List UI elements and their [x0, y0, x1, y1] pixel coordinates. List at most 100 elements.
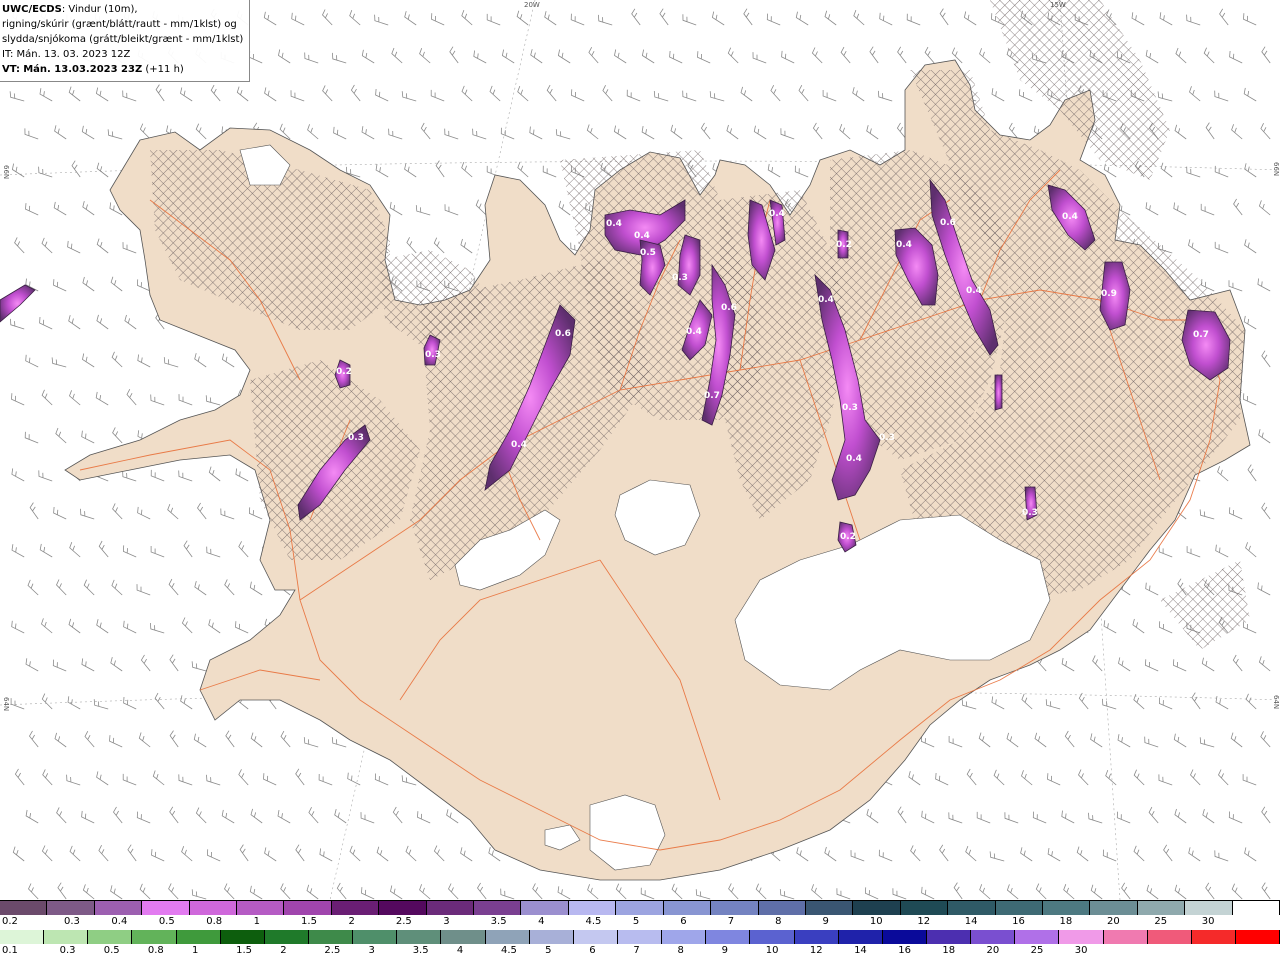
- wind-barb: [486, 13, 501, 26]
- wind-barb: [641, 126, 655, 140]
- wind-barb: [1018, 89, 1033, 102]
- wind-barb: [1186, 14, 1201, 26]
- wind-barb: [376, 846, 389, 862]
- wind-barb: [682, 90, 697, 102]
- wind-barb: [1078, 769, 1089, 786]
- wind-barb: [96, 162, 109, 178]
- wind-barb: [1158, 697, 1173, 710]
- wind-barb: [1242, 774, 1257, 786]
- snow-swatch: [568, 901, 617, 915]
- wind-barb: [1160, 162, 1173, 178]
- wind-barb: [208, 619, 221, 634]
- wind-barb: [1090, 733, 1103, 748]
- wind-barb: [113, 806, 123, 824]
- wind-barb: [82, 276, 95, 292]
- wind-barb: [53, 279, 67, 292]
- wind-barb: [1214, 241, 1229, 254]
- wind-barb: [53, 506, 67, 520]
- rain-swatch: [1015, 930, 1060, 944]
- snow-swatch: [616, 901, 664, 915]
- wind-barb: [291, 12, 305, 26]
- title-line-2: rigning/skúrir (grænt/blátt/rautt - mm/1…: [2, 19, 237, 30]
- snow-swatch: [758, 901, 806, 915]
- wind-barb: [29, 730, 39, 748]
- rain-tick-label: 4: [456, 945, 464, 956]
- wind-barb: [878, 849, 893, 862]
- wind-barb: [500, 127, 515, 140]
- wind-barb: [181, 846, 193, 862]
- wind-barb: [1228, 507, 1243, 520]
- wind-barb: [1146, 884, 1159, 900]
- wind-barb: [81, 658, 95, 672]
- snow-swatch: [853, 901, 901, 915]
- rain-swatch: [573, 930, 618, 944]
- wind-barb: [98, 540, 109, 558]
- rain-tick-label: 9: [721, 945, 729, 956]
- precip-label-skagi-east: 0.4: [634, 231, 650, 241]
- wind-barb: [306, 884, 319, 900]
- rain-swatch: [1191, 930, 1236, 944]
- wind-barb: [1061, 810, 1075, 824]
- wind-barb: [82, 884, 95, 900]
- wind-barb: [415, 205, 431, 216]
- valid-time-offset: (+11 h): [145, 64, 184, 75]
- rain-tick-label: 8: [677, 945, 684, 956]
- snow-swatch: [1137, 901, 1186, 915]
- weather-map[interactable]: 0.6 0.4 0.3 0.2 0.3 0.4 0.4 0.5 0.3 0.6 0.7 0.4 0.4 0…: [0, 0, 1280, 900]
- lon-label-15w: 15W: [1050, 1, 1066, 9]
- wind-barb: [461, 9, 473, 26]
- wind-barb: [195, 123, 207, 140]
- snow-swatch: [474, 901, 522, 915]
- wind-barb: [206, 849, 221, 862]
- wind-barb: [178, 774, 193, 786]
- rain-swatch: [706, 930, 751, 944]
- title-line-1: UWC/ECDS: Vindur (10m),: [2, 2, 243, 17]
- wind-barb: [83, 579, 95, 596]
- wind-barb: [1258, 200, 1271, 216]
- wind-barb: [278, 49, 291, 64]
- wind-barb: [122, 90, 137, 102]
- wind-barb: [41, 237, 53, 254]
- snow-tick-label: 3: [443, 916, 450, 927]
- wind-barb: [743, 8, 753, 26]
- snow-swatch: [1232, 901, 1280, 915]
- wind-barb: [235, 621, 249, 634]
- wind-barb: [1145, 202, 1159, 216]
- wind-barb: [1214, 90, 1229, 102]
- wind-barb: [303, 737, 319, 748]
- wind-barb: [224, 883, 235, 900]
- wind-barb: [111, 351, 123, 368]
- wind-barb: [991, 88, 1005, 102]
- wind-barb: [727, 47, 739, 64]
- wind-barb: [180, 87, 193, 102]
- wind-barb: [653, 90, 669, 102]
- wind-barb: [1078, 692, 1089, 710]
- rain-swatch: [882, 930, 927, 944]
- snow-swatch: [1042, 901, 1091, 915]
- wind-barb: [1258, 429, 1271, 444]
- rain-swatch: [617, 930, 663, 944]
- wind-barb: [280, 883, 291, 900]
- precip-label-askja: 0.3: [879, 433, 895, 443]
- wind-barb: [150, 546, 165, 558]
- wind-barb: [906, 13, 921, 26]
- wind-barb: [349, 9, 361, 26]
- wind-barb: [169, 654, 179, 672]
- wind-barb: [1205, 882, 1215, 900]
- wind-barb: [614, 49, 627, 64]
- snow-tick-label: 2: [348, 916, 355, 927]
- wind-barb: [405, 845, 417, 862]
- precip-label-eyjafjordur-south: 0.7: [704, 391, 720, 401]
- wind-barb: [991, 696, 1005, 710]
- precip-label-vatnajokull-north: 0.2: [840, 532, 856, 542]
- wind-barb: [29, 502, 39, 520]
- wind-barb: [250, 808, 263, 824]
- snow-band-east-1: [994, 374, 1003, 411]
- precip-label-langanes: 0.4: [1062, 212, 1078, 222]
- snow-tick-label: 0.3: [64, 916, 80, 927]
- wind-barb: [11, 620, 25, 634]
- wind-barb: [41, 693, 53, 710]
- wind-barb: [1233, 198, 1243, 216]
- precip-label-odadahraun: 0.4: [846, 454, 862, 464]
- wind-barb: [419, 884, 431, 900]
